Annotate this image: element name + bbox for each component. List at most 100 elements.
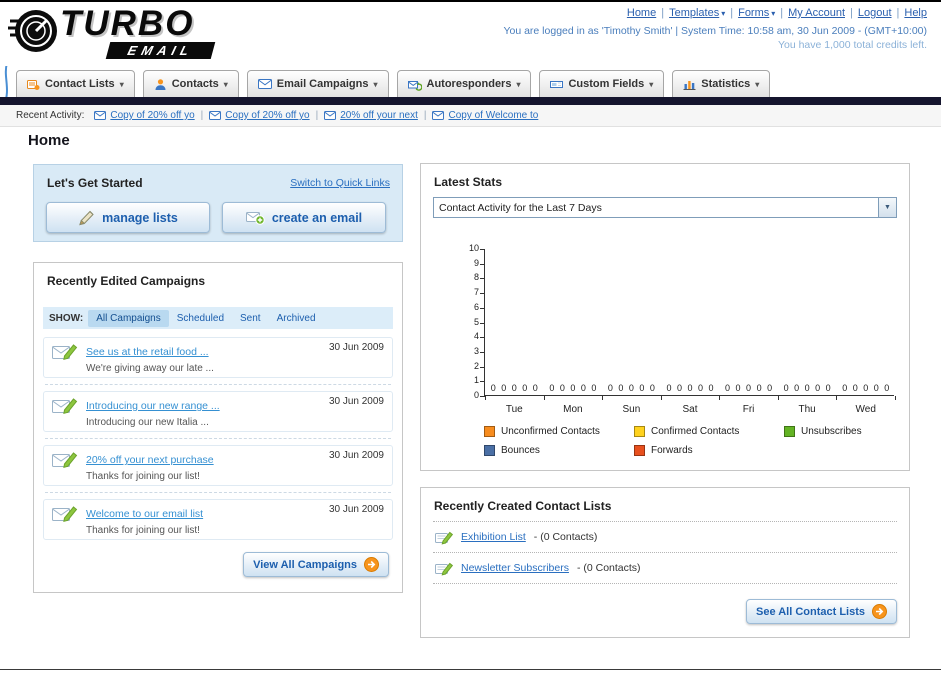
campaign-subtitle: Thanks for joining our list!	[86, 525, 200, 536]
campaign-subtitle: Thanks for joining our list!	[86, 471, 200, 482]
filter-archived[interactable]: Archived	[269, 310, 324, 327]
tab-statistics[interactable]: Statistics ▾	[672, 70, 771, 98]
chevron-down-icon: ▾	[516, 79, 521, 89]
recent-activity-bar: Recent Activity: Copy of 20% off yo | Co…	[0, 105, 941, 127]
envelope-pencil-icon	[52, 398, 78, 414]
app-window: TURBO EMAIL Home | Templates ▾ | Forms ▾ | My Ac…	[0, 0, 941, 683]
tab-custom-fields[interactable]: Custom Fields ▾	[539, 70, 665, 98]
credits-info: You have 1,000 total credits left.	[777, 39, 927, 51]
x-tick-mark	[777, 396, 779, 400]
recent-activity-link[interactable]: Copy of 20% off yo	[110, 110, 194, 121]
top-nav-logout[interactable]: Logout	[858, 7, 892, 19]
tab-autoresponders[interactable]: Autoresponders ▾	[396, 70, 532, 98]
manage-lists-button[interactable]: manage lists	[46, 202, 210, 233]
envelope-icon	[432, 111, 445, 120]
divider	[45, 492, 391, 493]
campaign-list-item[interactable]: 20% off your next purchase Thanks for jo…	[43, 445, 393, 486]
y-tick-label: 6	[473, 301, 479, 312]
bar-value-labels: 0 0 0 0 0	[666, 383, 714, 393]
page-title: Home	[28, 132, 70, 149]
campaign-list-item[interactable]: Introducing our new range ... Introducin…	[43, 391, 393, 432]
y-tick-mark	[480, 337, 485, 339]
logo: TURBO EMAIL	[8, 4, 278, 62]
x-tick-label: Mon	[563, 404, 583, 415]
x-tick-mark	[719, 396, 721, 400]
y-tick-mark	[480, 278, 485, 280]
separator: |	[850, 7, 853, 19]
x-tick-label: Sun	[622, 404, 641, 415]
contact-list-item[interactable]: Newsletter Subscribers - (0 Contacts)	[421, 553, 909, 583]
legend-swatch	[484, 426, 495, 437]
y-tick-label: 7	[473, 287, 479, 298]
campaign-subtitle: We're giving away our late ...	[86, 363, 214, 374]
contact-list-link[interactable]: Newsletter Subscribers	[461, 562, 569, 574]
bar-value-labels: 0 0 0 0 0	[783, 383, 831, 393]
x-tick-label: Wed	[855, 404, 876, 415]
tab-contacts[interactable]: Contacts ▾	[142, 70, 239, 98]
envelope-plus-icon	[245, 212, 265, 225]
y-tick-label: 0	[473, 390, 479, 400]
campaign-title-link[interactable]: Introducing our new range ...	[86, 400, 220, 412]
switch-to-quick-links-link[interactable]: Switch to Quick Links	[290, 177, 390, 189]
bar-value-labels: 0 0 0 0 0	[549, 383, 597, 393]
recent-activity-item[interactable]: Copy of Welcome to	[432, 110, 538, 121]
arrow-circle-icon	[364, 557, 379, 572]
top-nav-my-account[interactable]: My Account	[788, 7, 845, 19]
top-nav-home[interactable]: Home	[627, 7, 656, 19]
view-all-campaigns-label: View All Campaigns	[253, 558, 357, 571]
create-email-button[interactable]: create an email	[222, 202, 386, 233]
campaign-title-link[interactable]: Welcome to our email list	[86, 508, 203, 520]
statistics-icon	[683, 80, 696, 90]
contact-list-link[interactable]: Exhibition List	[461, 531, 526, 543]
tab-contact-lists[interactable]: Contact Lists ▾	[16, 70, 135, 98]
legend-label: Unsubscribes	[801, 426, 862, 437]
filter-all-campaigns[interactable]: All Campaigns	[88, 309, 169, 327]
top-nav-forms[interactable]: Forms	[738, 7, 769, 19]
recent-activity-link[interactable]: Copy of 20% off yo	[225, 110, 309, 121]
legend-item: Confirmed Contacts	[634, 426, 784, 437]
campaigns-title: Recently Edited Campaigns	[47, 274, 206, 288]
header: TURBO EMAIL Home | Templates ▾ | Forms ▾ | My Ac…	[0, 2, 941, 66]
campaign-subtitle: Introducing our new Italia ...	[86, 417, 209, 428]
recent-activity-item[interactable]: Copy of 20% off yo	[209, 110, 310, 121]
legend-item: Bounces	[484, 445, 634, 456]
speedometer-icon	[8, 10, 57, 52]
chevron-down-icon: ▾	[373, 79, 378, 89]
y-tick-mark	[480, 307, 485, 309]
stats-period-select[interactable]: Contact Activity for the Last 7 Days ▼	[433, 197, 897, 218]
y-tick-label: 1	[473, 375, 479, 386]
tab-label: Autoresponders	[426, 78, 512, 90]
latest-stats-title: Latest Stats	[434, 175, 503, 189]
y-tick-mark	[480, 293, 485, 295]
legend-label: Confirmed Contacts	[651, 426, 740, 437]
y-tick-label: 10	[468, 243, 479, 253]
campaign-date: 30 Jun 2009	[328, 396, 384, 407]
tab-email-campaigns[interactable]: Email Campaigns ▾	[246, 70, 389, 98]
recent-activity-link[interactable]: Copy of Welcome to	[448, 110, 538, 121]
see-all-contact-lists-button[interactable]: See All Contact Lists	[745, 599, 897, 624]
x-tick-label: Fri	[742, 404, 755, 415]
recent-activity-item[interactable]: 20% off your next	[324, 110, 418, 121]
envelope-icon	[94, 111, 107, 120]
chevron-down-icon: ▾	[119, 79, 124, 89]
campaign-list-item[interactable]: See us at the retail food ... We're givi…	[43, 337, 393, 378]
chevron-down-icon: ▾	[649, 79, 654, 89]
recent-activity-item[interactable]: Copy of 20% off yo	[94, 110, 195, 121]
filter-sent[interactable]: Sent	[232, 310, 269, 327]
campaign-list-item[interactable]: Welcome to our email list Thanks for joi…	[43, 499, 393, 540]
recent-activity-link[interactable]: 20% off your next	[340, 110, 418, 121]
top-nav-templates[interactable]: Templates	[669, 7, 719, 19]
contact-list-item[interactable]: Exhibition List - (0 Contacts)	[421, 522, 909, 552]
show-label: SHOW:	[49, 312, 84, 324]
x-tick-label: Thu	[798, 404, 816, 415]
separator: |	[661, 7, 665, 19]
filter-scheduled[interactable]: Scheduled	[169, 310, 232, 327]
x-tick-mark	[602, 396, 604, 400]
campaign-title-link[interactable]: 20% off your next purchase	[86, 454, 214, 466]
dropdown-arrow-icon[interactable]: ▼	[878, 198, 896, 217]
view-all-campaigns-button[interactable]: View All Campaigns	[243, 552, 389, 577]
top-nav-help[interactable]: Help	[904, 7, 927, 19]
card-pencil-icon	[435, 562, 453, 576]
bar-value-labels: 0 0 0 0 0	[607, 383, 655, 393]
campaign-title-link[interactable]: See us at the retail food ...	[86, 346, 209, 358]
